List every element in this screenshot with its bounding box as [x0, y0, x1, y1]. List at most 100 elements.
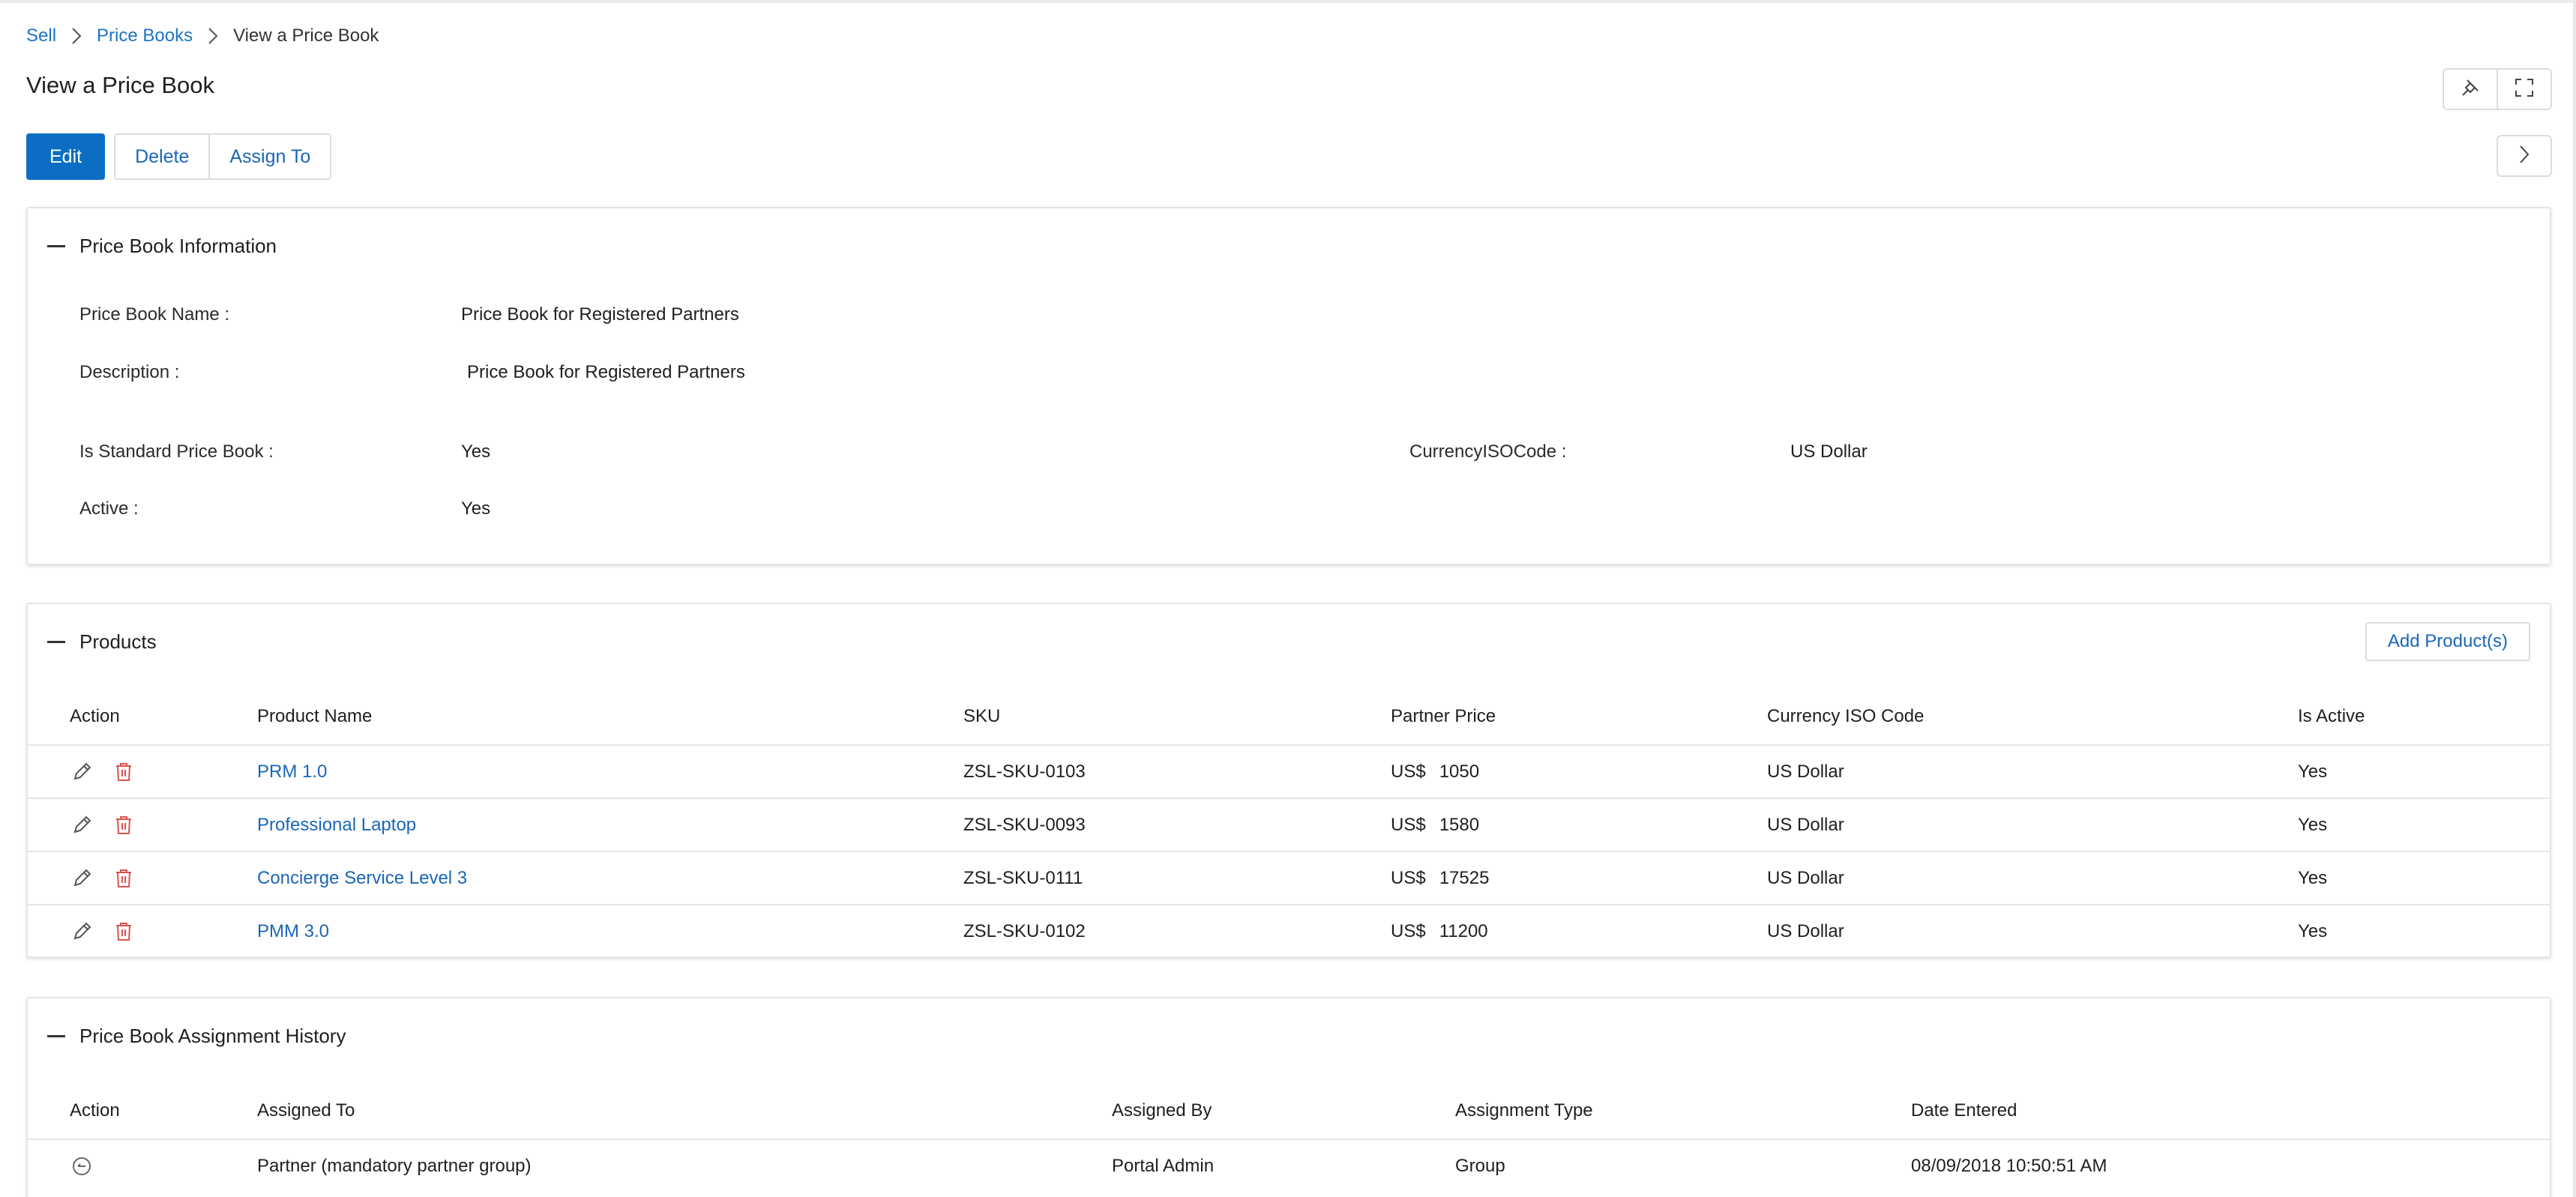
- column-header-product-name[interactable]: Product Name: [257, 688, 963, 746]
- panel-title: Products: [79, 630, 157, 653]
- trash-icon[interactable]: [112, 920, 136, 944]
- assignment-history-panel: Price Book Assignment History Action Ass…: [26, 997, 2551, 1197]
- record-toolbar: Edit Delete Assign To: [26, 133, 332, 180]
- column-header-currency[interactable]: Currency ISO Code: [1767, 688, 2298, 746]
- trash-icon[interactable]: [112, 866, 136, 890]
- price-value: 17525: [1439, 867, 1490, 888]
- field-value: Yes: [461, 441, 491, 462]
- next-record-button[interactable]: [2497, 135, 2552, 177]
- currency-prefix: US$: [1391, 761, 1426, 782]
- products-table: Action Product Name SKU Partner Price Cu…: [28, 688, 2550, 958]
- column-header-assignment-type[interactable]: Assignment Type: [1455, 1082, 1911, 1140]
- product-name-link[interactable]: PMM 3.0: [257, 905, 963, 958]
- field-label: Description :: [79, 362, 180, 382]
- field-value: Yes: [461, 498, 491, 519]
- field-row-active: Active : Yes: [28, 498, 2550, 525]
- add-products-button[interactable]: Add Product(s): [2365, 622, 2530, 661]
- currency-cell: US Dollar: [1767, 851, 2298, 905]
- window-scrollbar-track[interactable]: [2573, 0, 2576, 1197]
- price-cell: US$ 1580: [1391, 798, 1767, 852]
- collapse-icon[interactable]: [47, 1034, 65, 1037]
- sku-cell: ZSL-SKU-0093: [963, 798, 1391, 852]
- column-header-assigned-by[interactable]: Assigned By: [1112, 1082, 1455, 1140]
- collapse-icon[interactable]: [47, 640, 65, 643]
- pin-icon: [2460, 77, 2481, 102]
- currency-prefix: US$: [1391, 867, 1426, 888]
- expand-icon: [2514, 77, 2535, 102]
- product-name-link[interactable]: Professional Laptop: [257, 798, 963, 852]
- panel-title: Price Book Assignment History: [79, 1024, 346, 1047]
- currency-prefix: US$: [1391, 921, 1426, 941]
- product-name-link[interactable]: PRM 1.0: [257, 745, 963, 799]
- field-row-standard: Is Standard Price Book : Yes CurrencyISO…: [28, 441, 2550, 468]
- pencil-icon[interactable]: [70, 813, 94, 837]
- chevron-right-icon: [193, 22, 233, 49]
- assign-to-button[interactable]: Assign To: [208, 135, 331, 178]
- sku-cell: ZSL-SKU-0103: [963, 745, 1391, 799]
- field-value: Price Book for Registered Partners: [467, 362, 745, 382]
- field-label: CurrencyISOCode :: [1409, 441, 1567, 462]
- assignment-type-cell: Group: [1455, 1156, 1505, 1176]
- currency-prefix: US$: [1391, 814, 1426, 835]
- field-row-description: Description : Price Book for Registered …: [28, 362, 2550, 389]
- column-header-is-active[interactable]: Is Active: [2298, 688, 2550, 746]
- pencil-icon[interactable]: [70, 866, 94, 890]
- panel-header: Price Book Information: [28, 208, 2550, 283]
- trash-icon[interactable]: [112, 813, 136, 837]
- date-entered-cell: 08/09/2018 10:50:51 AM: [1911, 1156, 2107, 1176]
- table-row: Concierge Service Level 3 ZSL-SKU-0111 U…: [28, 851, 2550, 905]
- sku-cell: ZSL-SKU-0102: [963, 921, 1086, 941]
- collapse-icon[interactable]: [47, 244, 65, 247]
- assigned-by-cell: Portal Admin: [1112, 1156, 1215, 1176]
- column-header-action: Action: [28, 1082, 257, 1140]
- field-value: US Dollar: [1790, 441, 1868, 462]
- pencil-icon[interactable]: [70, 920, 94, 944]
- window-top-border: [0, 0, 2576, 3]
- column-header-assigned-to[interactable]: Assigned To: [257, 1082, 1112, 1140]
- table-row: Professional Laptop ZSL-SKU-0093 US$ 1580…: [28, 798, 2550, 852]
- price-cell: US$ 1050: [1391, 745, 1767, 799]
- currency-cell: US Dollar: [1767, 798, 2298, 852]
- delete-button[interactable]: Delete: [115, 135, 209, 178]
- chevron-right-icon: [56, 22, 97, 49]
- price-value: 11200: [1439, 921, 1488, 941]
- field-label: Price Book Name :: [79, 304, 230, 325]
- assigned-to-cell: Partner (mandatory partner group): [257, 1156, 532, 1176]
- fullscreen-button[interactable]: [2497, 68, 2552, 110]
- field-label: Is Standard Price Book :: [79, 441, 274, 462]
- breadcrumb-price-books[interactable]: Price Books: [97, 25, 193, 46]
- unassign-icon[interactable]: [70, 1154, 94, 1178]
- column-header-partner-price[interactable]: Partner Price: [1391, 688, 1767, 746]
- products-panel: Products Add Product(s) Action Product N…: [26, 603, 2551, 958]
- currency-cell: US Dollar: [1767, 921, 1844, 941]
- currency-cell: US Dollar: [1767, 745, 2298, 799]
- field-row-name: Price Book Name : Price Book for Registe…: [28, 304, 2550, 331]
- page-title: View a Price Book: [26, 72, 214, 98]
- breadcrumb-current: View a Price Book: [233, 25, 379, 46]
- action-button-group: Delete Assign To: [114, 133, 332, 180]
- chevron-right-icon: [2518, 144, 2530, 169]
- breadcrumb-sell[interactable]: Sell: [26, 25, 56, 46]
- trash-icon[interactable]: [112, 760, 136, 784]
- table-row: PMM 3.0 ZSL-SKU-0102 US$ 11200 US Dollar …: [28, 905, 2550, 958]
- edit-button[interactable]: Edit: [26, 133, 106, 180]
- column-header-sku[interactable]: SKU: [963, 688, 1391, 746]
- pin-button[interactable]: [2443, 68, 2498, 110]
- price-book-info-panel: Price Book Information Price Book Name :…: [26, 207, 2551, 565]
- panel-title: Price Book Information: [79, 234, 277, 257]
- field-value: Price Book for Registered Partners: [461, 304, 739, 325]
- panel-header: Price Book Assignment History: [28, 998, 2550, 1073]
- active-cell: Yes: [2298, 745, 2550, 799]
- active-cell: Yes: [2298, 798, 2550, 852]
- product-name-link[interactable]: Concierge Service Level 3: [257, 851, 963, 905]
- price-cell: US$ 11200: [1391, 905, 1767, 958]
- breadcrumb: Sell Price Books View a Price Book: [26, 22, 379, 49]
- table-row: Partner (mandatory partner group) Portal…: [28, 1139, 2550, 1193]
- field-label: Active :: [79, 498, 139, 519]
- column-header-date-entered[interactable]: Date Entered: [1911, 1082, 2550, 1140]
- pencil-icon[interactable]: [70, 760, 94, 784]
- table-header-row: Action Product Name SKU Partner Price Cu…: [28, 688, 2550, 746]
- active-cell: Yes: [2298, 851, 2550, 905]
- column-header-action: Action: [28, 688, 257, 746]
- assignment-history-table: Action Assigned To Assigned By Assignmen…: [28, 1082, 2550, 1193]
